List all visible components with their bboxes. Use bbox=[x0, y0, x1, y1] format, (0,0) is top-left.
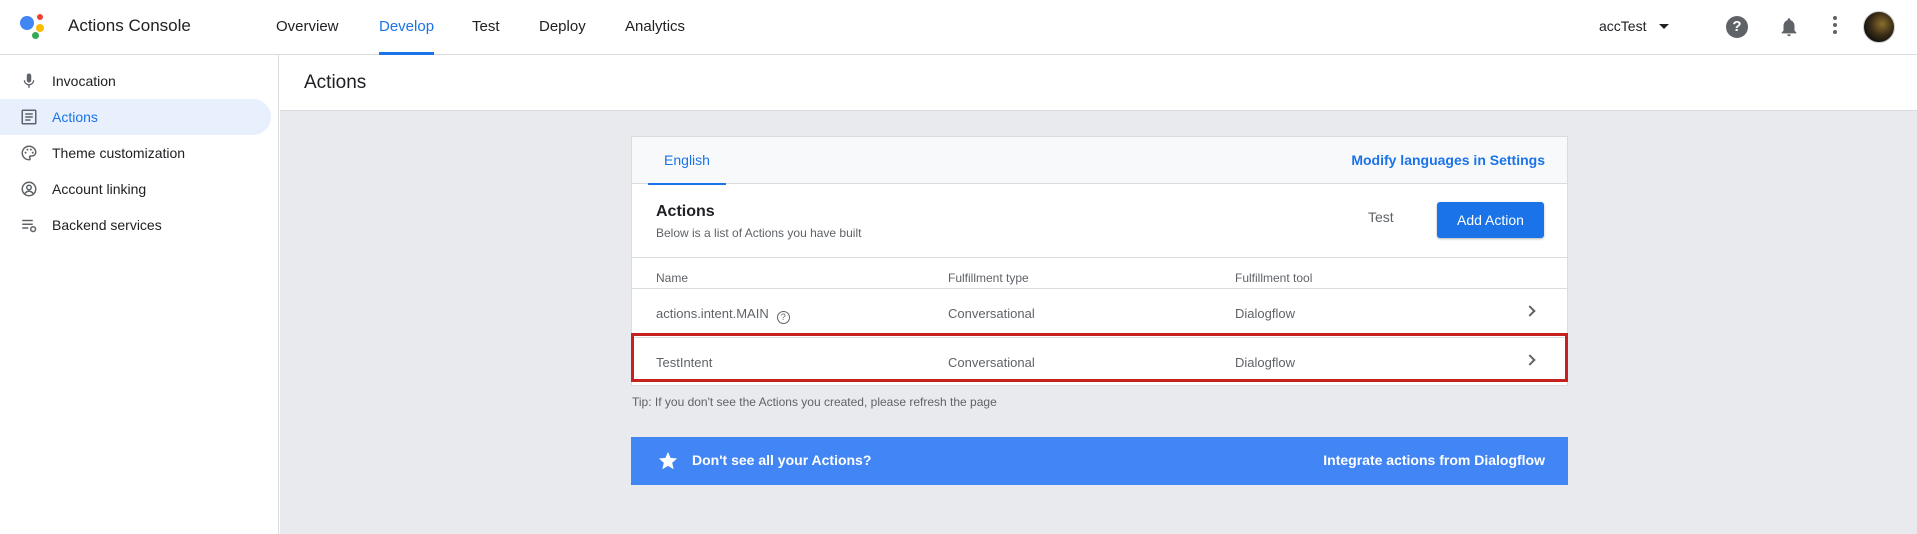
card-title: Actions bbox=[656, 203, 715, 220]
app-title: Actions Console bbox=[68, 16, 191, 35]
tab-deploy[interactable]: Deploy bbox=[539, 18, 586, 55]
card-header: Actions Below is a list of Actions you h… bbox=[632, 185, 1567, 258]
add-action-button[interactable]: Add Action bbox=[1437, 202, 1544, 238]
page-header: Actions bbox=[280, 55, 1917, 111]
help-outline-icon[interactable]: ? bbox=[776, 311, 790, 324]
row-name: TestIntent bbox=[656, 355, 713, 370]
sidebar-item-theme-customization[interactable]: Theme customization bbox=[0, 135, 271, 171]
row-fulfillment-tool: Dialogflow bbox=[1235, 355, 1295, 370]
avatar[interactable] bbox=[1863, 11, 1895, 43]
card-subtitle: Below is a list of Actions you have buil… bbox=[656, 226, 862, 240]
tab-overview[interactable]: Overview bbox=[276, 18, 339, 55]
sidebar-item-account-linking[interactable]: Account linking bbox=[0, 171, 271, 207]
sidebar-item-actions[interactable]: Actions bbox=[0, 99, 271, 135]
integrate-dialogflow-link[interactable]: Integrate actions from Dialogflow bbox=[1323, 452, 1545, 468]
column-header-fulfillment-type: Fulfillment type bbox=[948, 271, 1029, 285]
account-circle-icon bbox=[21, 181, 37, 197]
settings-list-icon bbox=[22, 219, 37, 233]
table-row[interactable]: actions.intent.MAIN? Conversational Dial… bbox=[632, 289, 1567, 338]
tab-analytics[interactable]: Analytics bbox=[625, 18, 685, 55]
project-selector[interactable]: accTest bbox=[1599, 18, 1646, 34]
palette-icon bbox=[21, 145, 37, 161]
test-button[interactable]: Test bbox=[1368, 209, 1394, 225]
sidebar-item-backend-services[interactable]: Backend services bbox=[0, 207, 271, 243]
chevron-right-icon[interactable] bbox=[1524, 305, 1536, 317]
sidebar-item-label: Theme customization bbox=[52, 145, 186, 161]
column-header-name: Name bbox=[656, 271, 689, 285]
table-row[interactable]: TestIntent Conversational Dialogflow bbox=[632, 338, 1567, 387]
mic-icon bbox=[23, 73, 35, 88]
row-fulfillment-tool: Dialogflow bbox=[1235, 306, 1295, 321]
column-header-fulfillment-tool: Fulfillment tool bbox=[1235, 271, 1313, 285]
sidebar: Invocation Actions Theme customization A… bbox=[0, 55, 279, 534]
refresh-tip: Tip: If you don't see the Actions you cr… bbox=[632, 395, 997, 409]
more-vert-icon[interactable] bbox=[1831, 16, 1839, 38]
sidebar-item-label: Backend services bbox=[52, 217, 162, 233]
modify-languages-link[interactable]: Modify languages in Settings bbox=[1351, 152, 1545, 168]
list-icon bbox=[21, 109, 37, 125]
page-title: Actions bbox=[304, 72, 367, 93]
chevron-right-icon[interactable] bbox=[1524, 354, 1536, 366]
banner-text: Don't see all your Actions? bbox=[692, 452, 872, 468]
chevron-down-icon[interactable] bbox=[1659, 24, 1669, 29]
row-name-text: actions.intent.MAIN bbox=[656, 306, 769, 321]
tab-test[interactable]: Test bbox=[472, 18, 500, 55]
sidebar-item-label: Account linking bbox=[52, 181, 147, 197]
help-icon[interactable]: ? bbox=[1726, 16, 1748, 38]
actions-card: English Modify languages in Settings Act… bbox=[631, 136, 1568, 386]
main-content: Actions English Modify languages in Sett… bbox=[280, 55, 1917, 534]
tab-develop[interactable]: Develop bbox=[379, 18, 435, 55]
top-app-bar: Actions Console Overview Develop Test De… bbox=[0, 0, 1917, 55]
sidebar-item-label: Invocation bbox=[52, 73, 116, 89]
row-fulfillment-type: Conversational bbox=[948, 355, 1035, 370]
sidebar-item-label: Actions bbox=[52, 109, 98, 125]
tab-english[interactable]: English bbox=[648, 137, 726, 185]
bell-icon[interactable] bbox=[1778, 15, 1800, 39]
dialogflow-banner: Don't see all your Actions? Integrate ac… bbox=[631, 437, 1568, 485]
star-icon bbox=[658, 451, 678, 470]
sidebar-item-invocation[interactable]: Invocation bbox=[0, 63, 271, 99]
language-bar: English Modify languages in Settings bbox=[632, 137, 1567, 185]
row-fulfillment-type: Conversational bbox=[948, 306, 1035, 321]
google-assistant-logo bbox=[20, 14, 50, 40]
row-name: actions.intent.MAIN? bbox=[656, 306, 790, 324]
